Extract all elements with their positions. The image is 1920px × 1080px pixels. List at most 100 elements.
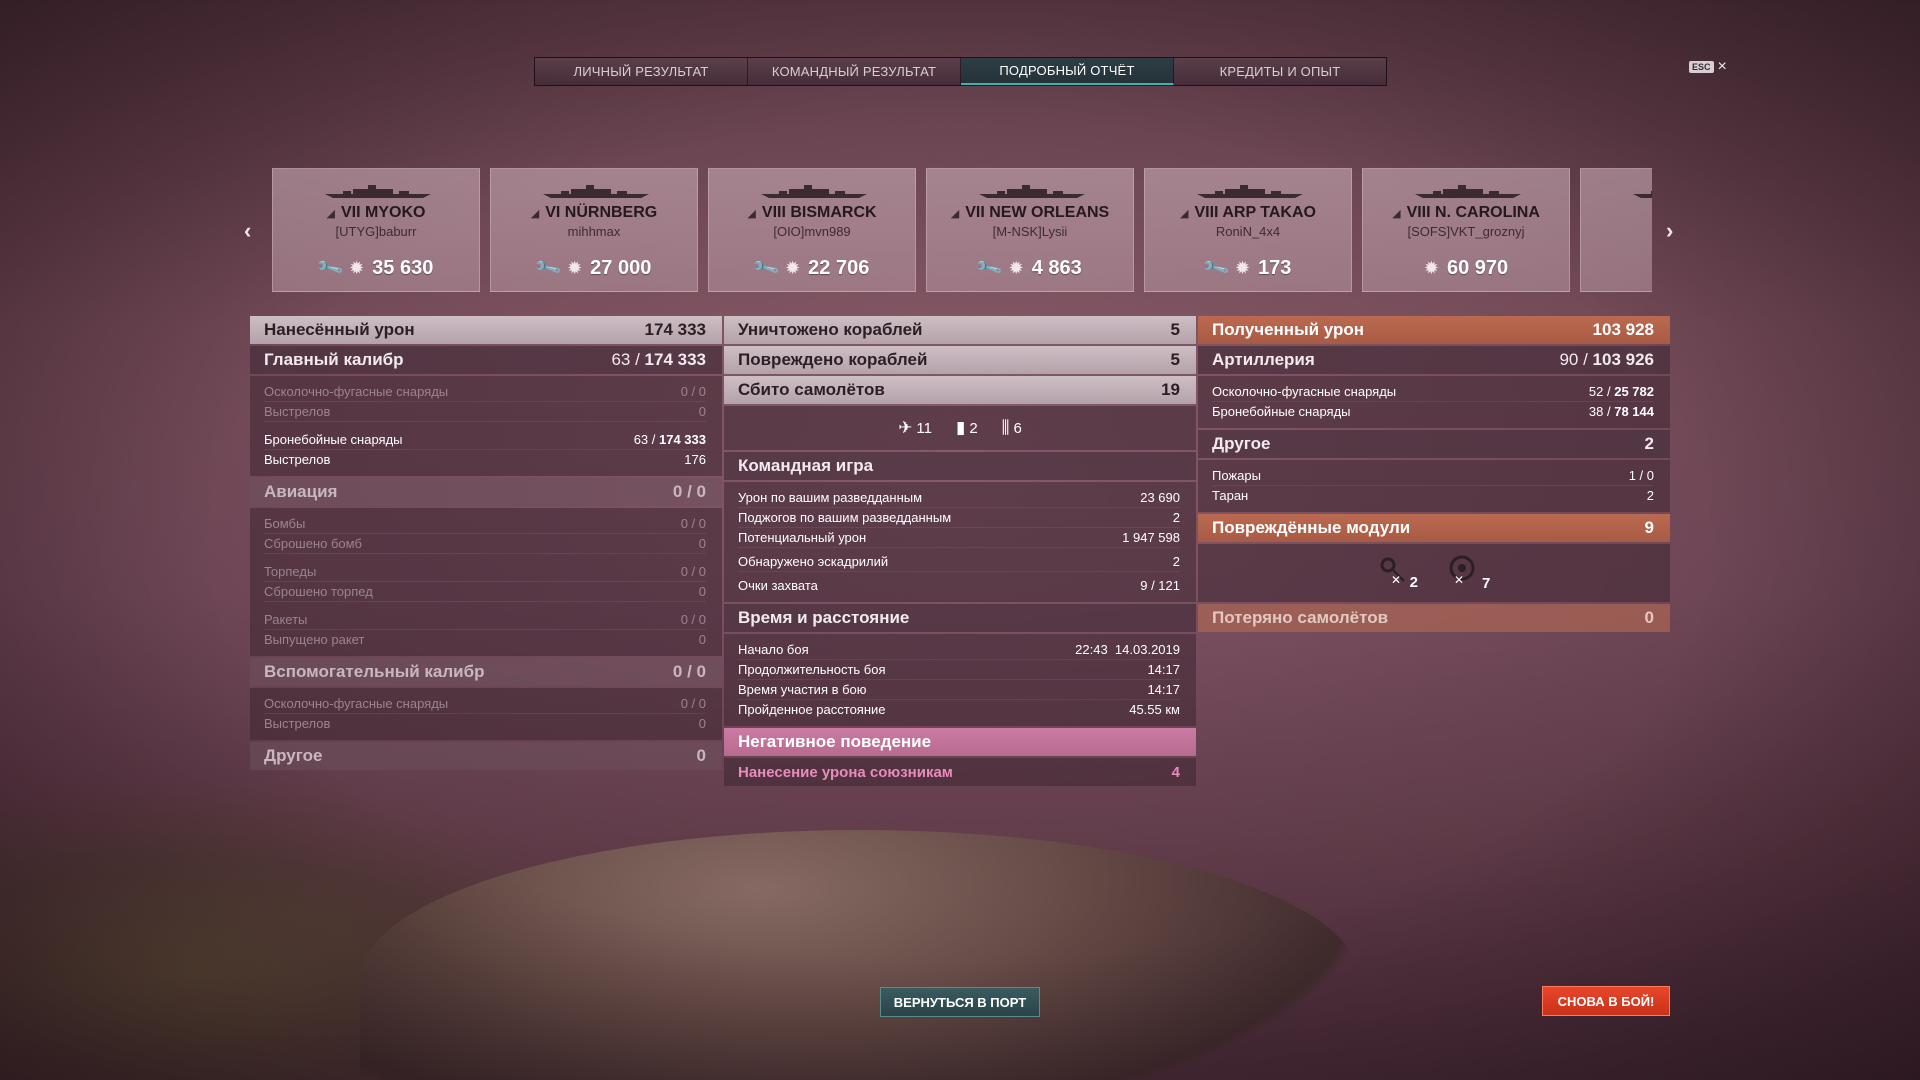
right-other-details: Пожары 1 / 0 Таран 2 bbox=[1198, 460, 1670, 512]
ship-card[interactable]: ◢ VIII BISMARCK [OIO]mvn989 🔧 ✹ 22 706 bbox=[708, 168, 916, 292]
ship-name: ◢ VIII BISMARCK bbox=[747, 204, 877, 221]
ships-damaged-header: Повреждено кораблей 5 bbox=[724, 346, 1196, 374]
bombs-row: Бомбы 0 / 0 bbox=[264, 514, 706, 534]
ship-stats: ✹ 60 970 bbox=[1363, 257, 1569, 280]
ship-card[interactable]: ◢ VII MYOKO [UTYG]baburr 🔧 ✹ 35 630 bbox=[272, 168, 480, 292]
artillery-header: Артиллерия 90 / 103 926 bbox=[1198, 346, 1670, 374]
ship-silhouette-icon bbox=[543, 185, 649, 198]
team-play-header: Командная игра bbox=[724, 452, 1196, 480]
ship-name: ◢V bbox=[1581, 204, 1652, 222]
damage-burst-icon: ✹ bbox=[1234, 258, 1251, 278]
rudder-module-icon: ✕ bbox=[1378, 555, 1408, 591]
damage-burst-icon: ✹ bbox=[785, 258, 801, 278]
wrench-icon: 🔧 bbox=[314, 253, 345, 283]
dealt-damage-column: Нанесённый урон 174 333 Главный калибр 6… bbox=[250, 316, 722, 772]
battle-again-button[interactable]: СНОВА В БОЙ! bbox=[1542, 986, 1670, 1016]
ap-shells-row: Бронебойные снаряды 63 / 174 333 bbox=[264, 430, 706, 450]
report-tabs: ЛИЧНЫЙ РЕЗУЛЬТАТ КОМАНДНЫЙ РЕЗУЛЬТАТ ПОД… bbox=[534, 57, 1387, 86]
close-button[interactable]: ESC × bbox=[1689, 59, 1727, 75]
ship-card[interactable]: ◢ VII NEW ORLEANS [M-NSK]Lysii 🔧 ✹ 4 863 bbox=[926, 168, 1134, 292]
ship-name: ◢ VII MYOKO bbox=[326, 204, 426, 221]
right-other-header: Другое 2 bbox=[1198, 430, 1670, 458]
time-distance-header: Время и расстояние bbox=[724, 604, 1196, 632]
wrench-icon: 🔧 bbox=[532, 253, 563, 283]
tab-team-result[interactable]: КОМАНДНЫЙ РЕЗУЛЬТАТ bbox=[748, 58, 961, 85]
dealt-damage-header: Нанесённый урон 174 333 bbox=[250, 316, 722, 344]
he-shots-row: Выстрелов 0 bbox=[264, 402, 706, 422]
ship-carousel: ◢ VII MYOKO [UTYG]baburr 🔧 ✹ 35 630 ◢ VI NÜRNBE… bbox=[272, 168, 1652, 292]
battle-duration-row: Продолжительность боя 14:17 bbox=[738, 660, 1180, 680]
received-ap-row: Бронебойные снаряды 38 / 78 144 bbox=[1212, 404, 1654, 419]
he-shells-row: Осколочно-фугасные снаряды 0 / 0 bbox=[264, 382, 706, 402]
bomber-icon: ▮ bbox=[955, 418, 966, 437]
secondary-he-row: Осколочно-фугасные снаряды 0 / 0 bbox=[264, 694, 706, 714]
damage-burst-icon: ✹ bbox=[1423, 258, 1439, 278]
wrench-icon: 🔧 bbox=[1200, 253, 1231, 283]
tab-credits-xp[interactable]: КРЕДИТЫ И ОПЫТ bbox=[1174, 58, 1386, 85]
torpedoes-dropped-row: Сброшено торпед 0 bbox=[264, 582, 706, 602]
received-damage-header: Полученный урон 103 928 bbox=[1198, 316, 1670, 344]
aviation-details: Бомбы 0 / 0 Сброшено бомб 0 Торпеды 0 / 0 С… bbox=[250, 508, 722, 656]
main-battery-details: Осколочно-фугасные снаряды 0 / 0 Выстрело… bbox=[250, 376, 722, 476]
cruiser-class-icon: ◢ bbox=[326, 208, 335, 220]
dealt-damage-value: 174 333 bbox=[644, 320, 706, 339]
carousel-next-button[interactable]: › bbox=[1666, 218, 1673, 244]
return-to-port-button[interactable]: ВЕРНУТЬСЯ В ПОРТ bbox=[880, 987, 1040, 1017]
player-name: [OIO]mvn989 bbox=[773, 224, 851, 239]
ship-name: ◢ VIII ARP TAKAO bbox=[1180, 204, 1316, 221]
damage-burst-icon: ✹ bbox=[567, 258, 583, 278]
capture-points-row: Очки захвата 9 / 121 bbox=[738, 578, 1180, 593]
ship-stats: 🔧 ✹ 4 863 bbox=[927, 254, 1133, 283]
cruiser-class-icon: ◢ bbox=[747, 208, 756, 220]
ship-card[interactable]: ◢V [12 bbox=[1580, 168, 1652, 292]
main-battery-value: 63 / 174 333 bbox=[611, 350, 706, 369]
distance-row: Пройденное расстояние 45.55 км bbox=[738, 702, 1180, 717]
friendly-fire-row: Нанесение урона союзникам 4 bbox=[724, 758, 1196, 786]
lost-planes-header: Потеряно самолётов 0 bbox=[1198, 604, 1670, 632]
player-name: [12 bbox=[1581, 224, 1652, 239]
ship-stats: 🔧 ✹ 27 000 bbox=[491, 253, 697, 283]
cruiser-class-icon: ◢ bbox=[1392, 208, 1401, 220]
ap-shots-row: Выстрелов 176 bbox=[264, 452, 706, 467]
bombs-dropped-row: Сброшено бомб 0 bbox=[264, 534, 706, 554]
spotting-fires-row: Поджогов по вашим разведданным 2 bbox=[738, 508, 1180, 528]
squadrons-spotted-row: Обнаружено эскадрилий 2 bbox=[738, 552, 1180, 572]
fighter-icon: ✈ bbox=[898, 418, 913, 437]
wrench-icon: 🔧 bbox=[750, 253, 781, 283]
planes-shot-down-header: Сбито самолётов 19 bbox=[724, 376, 1196, 404]
ship-card[interactable]: ◢ VI NÜRNBERG mihhmax 🔧 ✹ 27 000 bbox=[490, 168, 698, 292]
fighter-count: ✈ 11 bbox=[898, 418, 932, 437]
damage-burst-icon: ✹ bbox=[1008, 258, 1024, 278]
tab-personal-result[interactable]: ЛИЧНЫЙ РЕЗУЛЬТАТ bbox=[535, 58, 748, 85]
esc-key-icon: ESC bbox=[1689, 61, 1714, 73]
received-damage-column: Полученный урон 103 928 Артиллерия 90 / 1… bbox=[1198, 316, 1670, 634]
ship-card[interactable]: ◢ VIII N. CAROLINA [SOFS]VKT_groznyj ✹ 60 97… bbox=[1362, 168, 1570, 292]
engine-module-count: ✕ 7 bbox=[1446, 554, 1490, 592]
ship-damage-value: 4 863 bbox=[1031, 257, 1082, 279]
combat-column: Уничтожено кораблей 5 Повреждено кораблей… bbox=[724, 316, 1196, 786]
ship-damage-value: 22 706 bbox=[808, 257, 870, 279]
ship-silhouette-icon bbox=[325, 185, 431, 198]
ship-silhouette-icon bbox=[761, 185, 867, 198]
player-name: [UTYG]baburr bbox=[335, 224, 417, 239]
dealt-damage-label: Нанесённый урон bbox=[264, 320, 415, 339]
rockets-fired-row: Выпущено ракет 0 bbox=[264, 632, 706, 647]
damaged-modules-header: Повреждённые модули 9 bbox=[1198, 514, 1670, 542]
received-he-row: Осколочно-фугасные снаряды 52 / 25 782 bbox=[1212, 382, 1654, 402]
time-in-battle-row: Время участия в бою 14:17 bbox=[738, 680, 1180, 700]
negative-behavior-header: Негативное поведение bbox=[724, 728, 1196, 756]
player-name: [SOFS]VKT_groznyj bbox=[1407, 224, 1525, 239]
artillery-details: Осколочно-фугасные снаряды 52 / 25 782 Бр… bbox=[1198, 376, 1670, 428]
ship-silhouette-icon bbox=[1197, 185, 1303, 198]
tab-detailed-report[interactable]: ПОДРОБНЫЙ ОТЧЁТ bbox=[961, 58, 1174, 85]
player-name: mihhmax bbox=[567, 224, 621, 239]
svg-text:✕: ✕ bbox=[1391, 573, 1401, 585]
ship-silhouette-icon bbox=[1415, 185, 1521, 198]
secondary-battery-header: Вспомогательный калибр 0 / 0 bbox=[250, 658, 722, 686]
rockets-row: Ракеты 0 / 0 bbox=[264, 610, 706, 630]
damage-burst-icon: ✹ bbox=[349, 258, 365, 278]
carousel-prev-button[interactable]: ‹ bbox=[244, 218, 251, 244]
svg-text:✕: ✕ bbox=[1454, 573, 1464, 586]
ship-card[interactable]: ◢ VIII ARP TAKAO RoniN_4x4 🔧 ✹ 173 bbox=[1144, 168, 1352, 292]
team-play-details: Урон по вашим разведданным 23 690 Поджого… bbox=[724, 482, 1196, 602]
